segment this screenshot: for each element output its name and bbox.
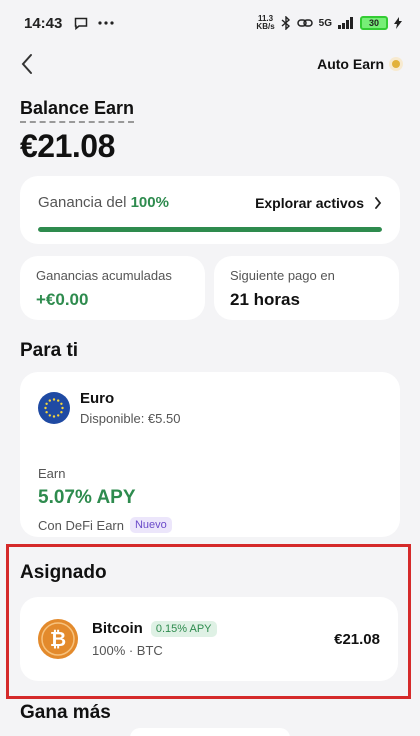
net-speed: 11.3 KB/s <box>256 14 275 31</box>
auto-earn-label: Auto Earn <box>317 56 384 72</box>
defi-provider: Con DeFi Earn <box>38 517 124 533</box>
next-payment-value: 21 horas <box>230 290 300 309</box>
top-nav: Auto Earn <box>0 48 420 80</box>
message-icon <box>75 17 88 30</box>
bitcoin-name: Bitcoin <box>92 620 143 637</box>
auto-earn-status-dot <box>392 60 400 68</box>
status-time: 14:43 <box>24 14 63 32</box>
next-payment-card[interactable]: Siguiente pago en 21 horas <box>214 256 399 320</box>
charging-icon <box>394 17 402 29</box>
signal-icon <box>338 17 353 29</box>
svg-text:₿: ₿ <box>50 627 66 651</box>
gain-progress-fill <box>38 227 382 232</box>
bitcoin-apy-badge: 0.15% APY <box>150 620 217 637</box>
chevron-left-icon <box>21 54 32 74</box>
bitcoin-amount: €21.08 <box>334 630 380 648</box>
section-title-earn-more: Gana más <box>20 702 111 723</box>
link-icon <box>296 19 313 27</box>
more-icon <box>98 21 114 25</box>
explore-assets-label: Explorar activos <box>255 194 364 211</box>
status-bar: 14:43 11.3 KB/s 5G 30 <box>0 0 420 46</box>
accumulated-earnings-label: Ganancias acumuladas <box>36 268 172 283</box>
accumulated-earnings-value: +€0.00 <box>36 290 89 309</box>
euro-available: Disponible: €5.50 <box>80 411 181 426</box>
euro-apy: 5.07% APY <box>38 487 136 508</box>
bluetooth-icon <box>281 16 290 30</box>
auto-earn-button[interactable]: Auto Earn <box>317 56 400 72</box>
euro-earn-card[interactable]: Euro Disponible: €5.50 Earn 5.07% APY Co… <box>20 372 400 537</box>
chevron-right-icon <box>375 196 382 209</box>
gain-card: Ganancia del 100% Explorar activos <box>20 176 400 244</box>
earn-label: Earn <box>38 466 66 481</box>
explore-assets-button[interactable]: Explorar activos <box>255 195 382 211</box>
accumulated-earnings-card[interactable]: Ganancias acumuladas +€0.00 <box>20 256 205 320</box>
bitcoin-allocation: 100% · BTC <box>92 643 163 658</box>
balance-label[interactable]: Balance Earn <box>20 98 135 123</box>
network-type: 5G <box>318 17 332 29</box>
balance-value: €21.08 <box>20 128 115 164</box>
next-payment-label: Siguiente pago en <box>230 268 335 283</box>
back-button[interactable] <box>20 53 34 75</box>
bitcoin-icon: ₿ <box>38 619 78 659</box>
euro-flag-icon <box>38 392 70 424</box>
earn-more-card-peek <box>130 728 290 736</box>
section-title-for-you: Para ti <box>20 340 79 361</box>
gain-percent: 100% <box>130 194 169 211</box>
new-badge: Nuevo <box>129 517 172 533</box>
bitcoin-asset-row[interactable]: ₿ Bitcoin 0.15% APY 100% · BTC €21.08 <box>20 597 398 681</box>
gain-progress-track <box>38 227 382 232</box>
euro-asset-name: Euro <box>80 390 115 407</box>
battery-indicator: 30 <box>360 16 388 30</box>
gain-text: Ganancia del 100% <box>38 194 169 211</box>
section-title-assigned: Asignado <box>20 562 107 583</box>
